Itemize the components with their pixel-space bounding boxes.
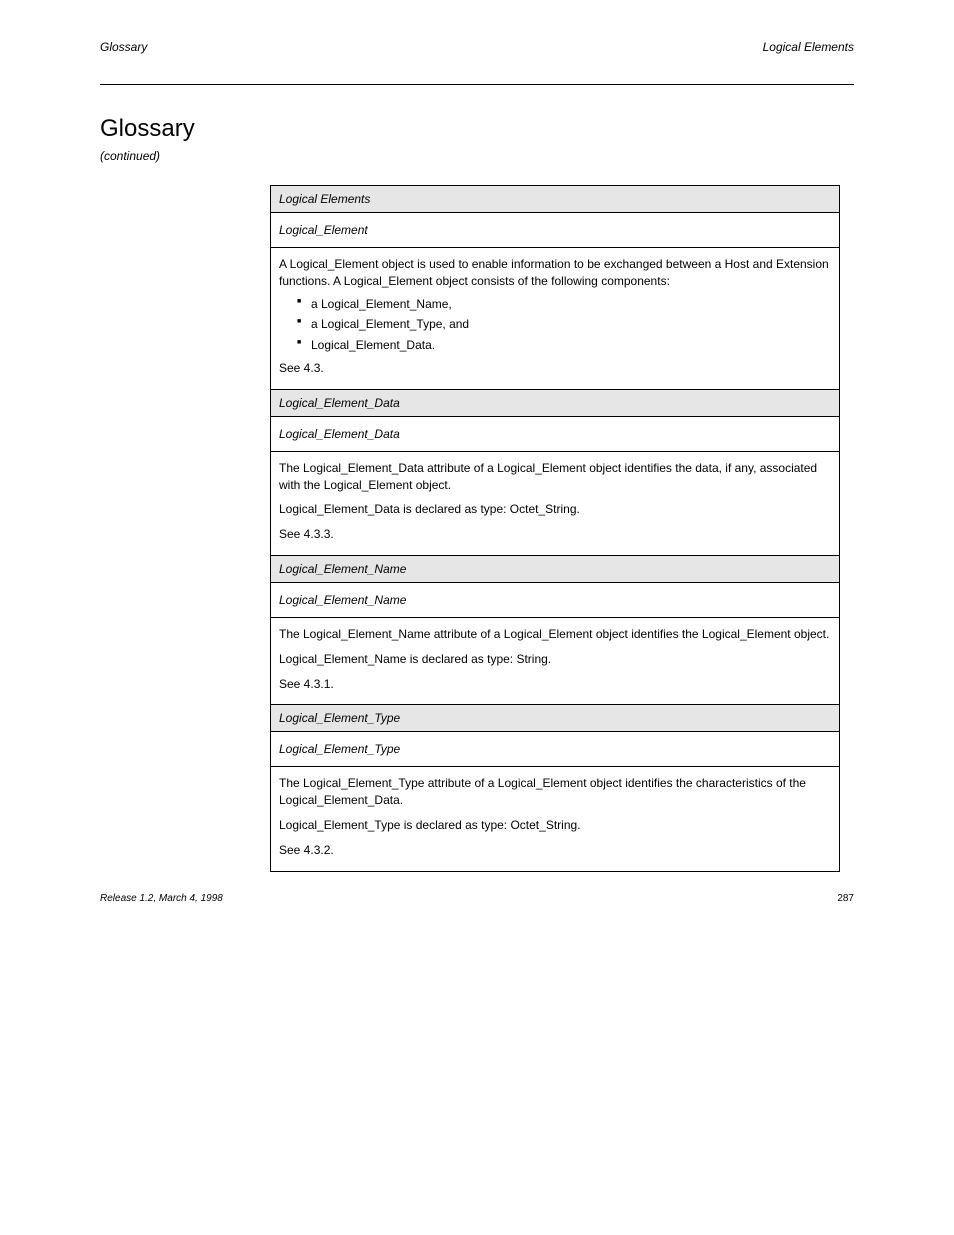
xref-link[interactable]: See 4.3. [279,361,324,375]
term-cell: Logical_Element_Data [271,416,840,451]
def-paragraph: Logical_Element_Data is declared as type… [279,501,831,518]
term-row: Logical_Element_Data [271,416,840,451]
def-list: a Logical_Element_Name, a Logical_Elemen… [297,296,831,354]
page: Glossary Logical Elements Glossary (cont… [0,0,954,932]
def-lead: A Logical_Element object is used to enab… [279,257,829,288]
page-subtitle: (continued) [100,149,854,163]
section-heading: Logical_Element_Type [271,705,840,732]
section-head: Logical_Element_Data [271,389,840,416]
term-row: Logical_Element_Name [271,582,840,617]
header-rule [100,84,854,85]
def-tail: See 4.3.2. [279,842,831,859]
def-list-item: a Logical_Element_Name, [297,296,831,313]
header-right: Logical Elements [763,40,854,54]
def-row: The Logical_Element_Type attribute of a … [271,767,840,871]
term-cell: Logical_Element_Name [271,582,840,617]
page-header: Glossary Logical Elements [100,40,854,54]
def-list-item: a Logical_Element_Type, and [297,316,831,333]
footer-left: Release 1.2, March 4, 1998 [100,893,223,904]
def-row: A Logical_Element object is used to enab… [271,248,840,390]
term-row: Logical_Element [271,213,840,248]
term-cell: Logical_Element_Type [271,732,840,767]
term-row: Logical_Element_Type [271,732,840,767]
xref-link[interactable]: See 4.3.1. [279,677,334,691]
def-paragraph: Logical_Element_Type is declared as type… [279,817,831,834]
section-heading: Logical Elements [271,186,840,213]
def-tail: See 4.3.3. [279,526,831,543]
glossary-table-wrap: Logical Elements Logical_Element A Logic… [270,185,840,872]
def-row: The Logical_Element_Name attribute of a … [271,617,840,704]
section-heading: Logical_Element_Name [271,555,840,582]
def-paragraph: The Logical_Element_Type attribute of a … [279,775,831,809]
xref-link[interactable]: See 4.3.2. [279,843,334,857]
def-tail: See 4.3.1. [279,676,831,693]
page-footer: Release 1.2, March 4, 1998 287 [100,893,854,904]
def-cell: The Logical_Element_Name attribute of a … [271,617,840,704]
def-row: The Logical_Element_Data attribute of a … [271,451,840,555]
header-left: Glossary [100,40,147,54]
section-head: Logical_Element_Name [271,555,840,582]
page-title: Glossary [100,115,854,143]
def-paragraph: The Logical_Element_Name attribute of a … [279,626,831,643]
def-paragraph: The Logical_Element_Data attribute of a … [279,460,831,494]
glossary-table: Logical Elements Logical_Element A Logic… [270,185,840,872]
def-paragraph: Logical_Element_Name is declared as type… [279,651,831,668]
section-heading: Logical_Element_Data [271,389,840,416]
def-cell: The Logical_Element_Type attribute of a … [271,767,840,871]
def-list-item: Logical_Element_Data. [297,337,831,354]
def-cell: A Logical_Element object is used to enab… [271,248,840,390]
footer-page-number: 287 [837,893,854,904]
def-cell: The Logical_Element_Data attribute of a … [271,451,840,555]
def-tail: See 4.3. [279,360,831,377]
section-head: Logical_Element_Type [271,705,840,732]
section-head: Logical Elements [271,186,840,213]
xref-link[interactable]: See 4.3.3. [279,527,334,541]
term-cell: Logical_Element [271,213,840,248]
